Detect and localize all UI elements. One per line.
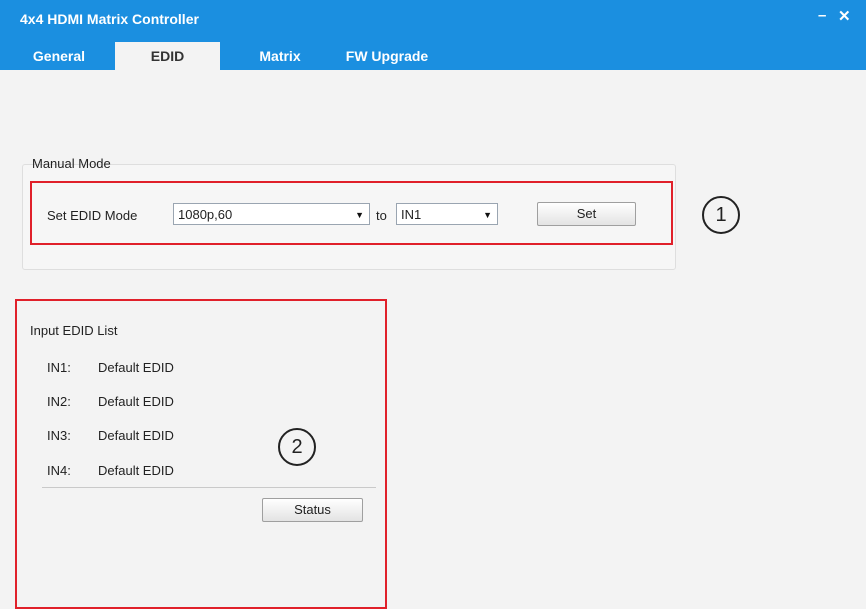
input-select[interactable]: IN1 ▼: [396, 203, 498, 225]
chevron-down-icon: ▼: [355, 210, 364, 220]
tab-edid[interactable]: EDID: [115, 42, 220, 70]
minimize-icon[interactable]: –: [818, 7, 826, 24]
tab-general[interactable]: General: [14, 42, 104, 70]
input-edid-list-label: Input EDID List: [30, 323, 118, 338]
manual-mode-label: Manual Mode: [32, 156, 111, 171]
tab-fw-upgrade[interactable]: FW Upgrade: [332, 42, 442, 70]
edid-row-input-4: IN4:: [47, 463, 71, 478]
chevron-down-icon: ▼: [483, 210, 492, 220]
edid-mode-select-value: 1080p,60: [178, 207, 233, 222]
set-edid-mode-label: Set EDID Mode: [47, 208, 138, 223]
edid-row-value-4: Default EDID: [98, 463, 174, 478]
highlight-box-edid-list: [15, 299, 387, 609]
edid-row-value-3: Default EDID: [98, 428, 174, 443]
edid-panel: Manual Mode Set EDID Mode 1080p,60 ▼ to …: [0, 70, 866, 609]
list-divider: [42, 487, 376, 488]
edid-mode-select[interactable]: 1080p,60 ▼: [173, 203, 370, 225]
edid-row-value-2: Default EDID: [98, 394, 174, 409]
edid-row-input-1: IN1:: [47, 360, 71, 375]
tab-matrix[interactable]: Matrix: [240, 42, 320, 70]
callout-1: 1: [702, 196, 740, 234]
edid-row-input-3: IN3:: [47, 428, 71, 443]
callout-2: 2: [278, 428, 316, 466]
edid-row-value-1: Default EDID: [98, 360, 174, 375]
edid-row-input-2: IN2:: [47, 394, 71, 409]
to-label: to: [376, 208, 387, 223]
tab-bar: General EDID Matrix FW Upgrade: [0, 42, 866, 70]
window-title: 4x4 HDMI Matrix Controller: [20, 11, 199, 27]
status-button[interactable]: Status: [262, 498, 363, 522]
title-bar: 4x4 HDMI Matrix Controller – ✕: [0, 0, 866, 42]
input-select-value: IN1: [401, 207, 422, 222]
set-button[interactable]: Set: [537, 202, 636, 226]
close-icon[interactable]: ✕: [838, 7, 851, 25]
